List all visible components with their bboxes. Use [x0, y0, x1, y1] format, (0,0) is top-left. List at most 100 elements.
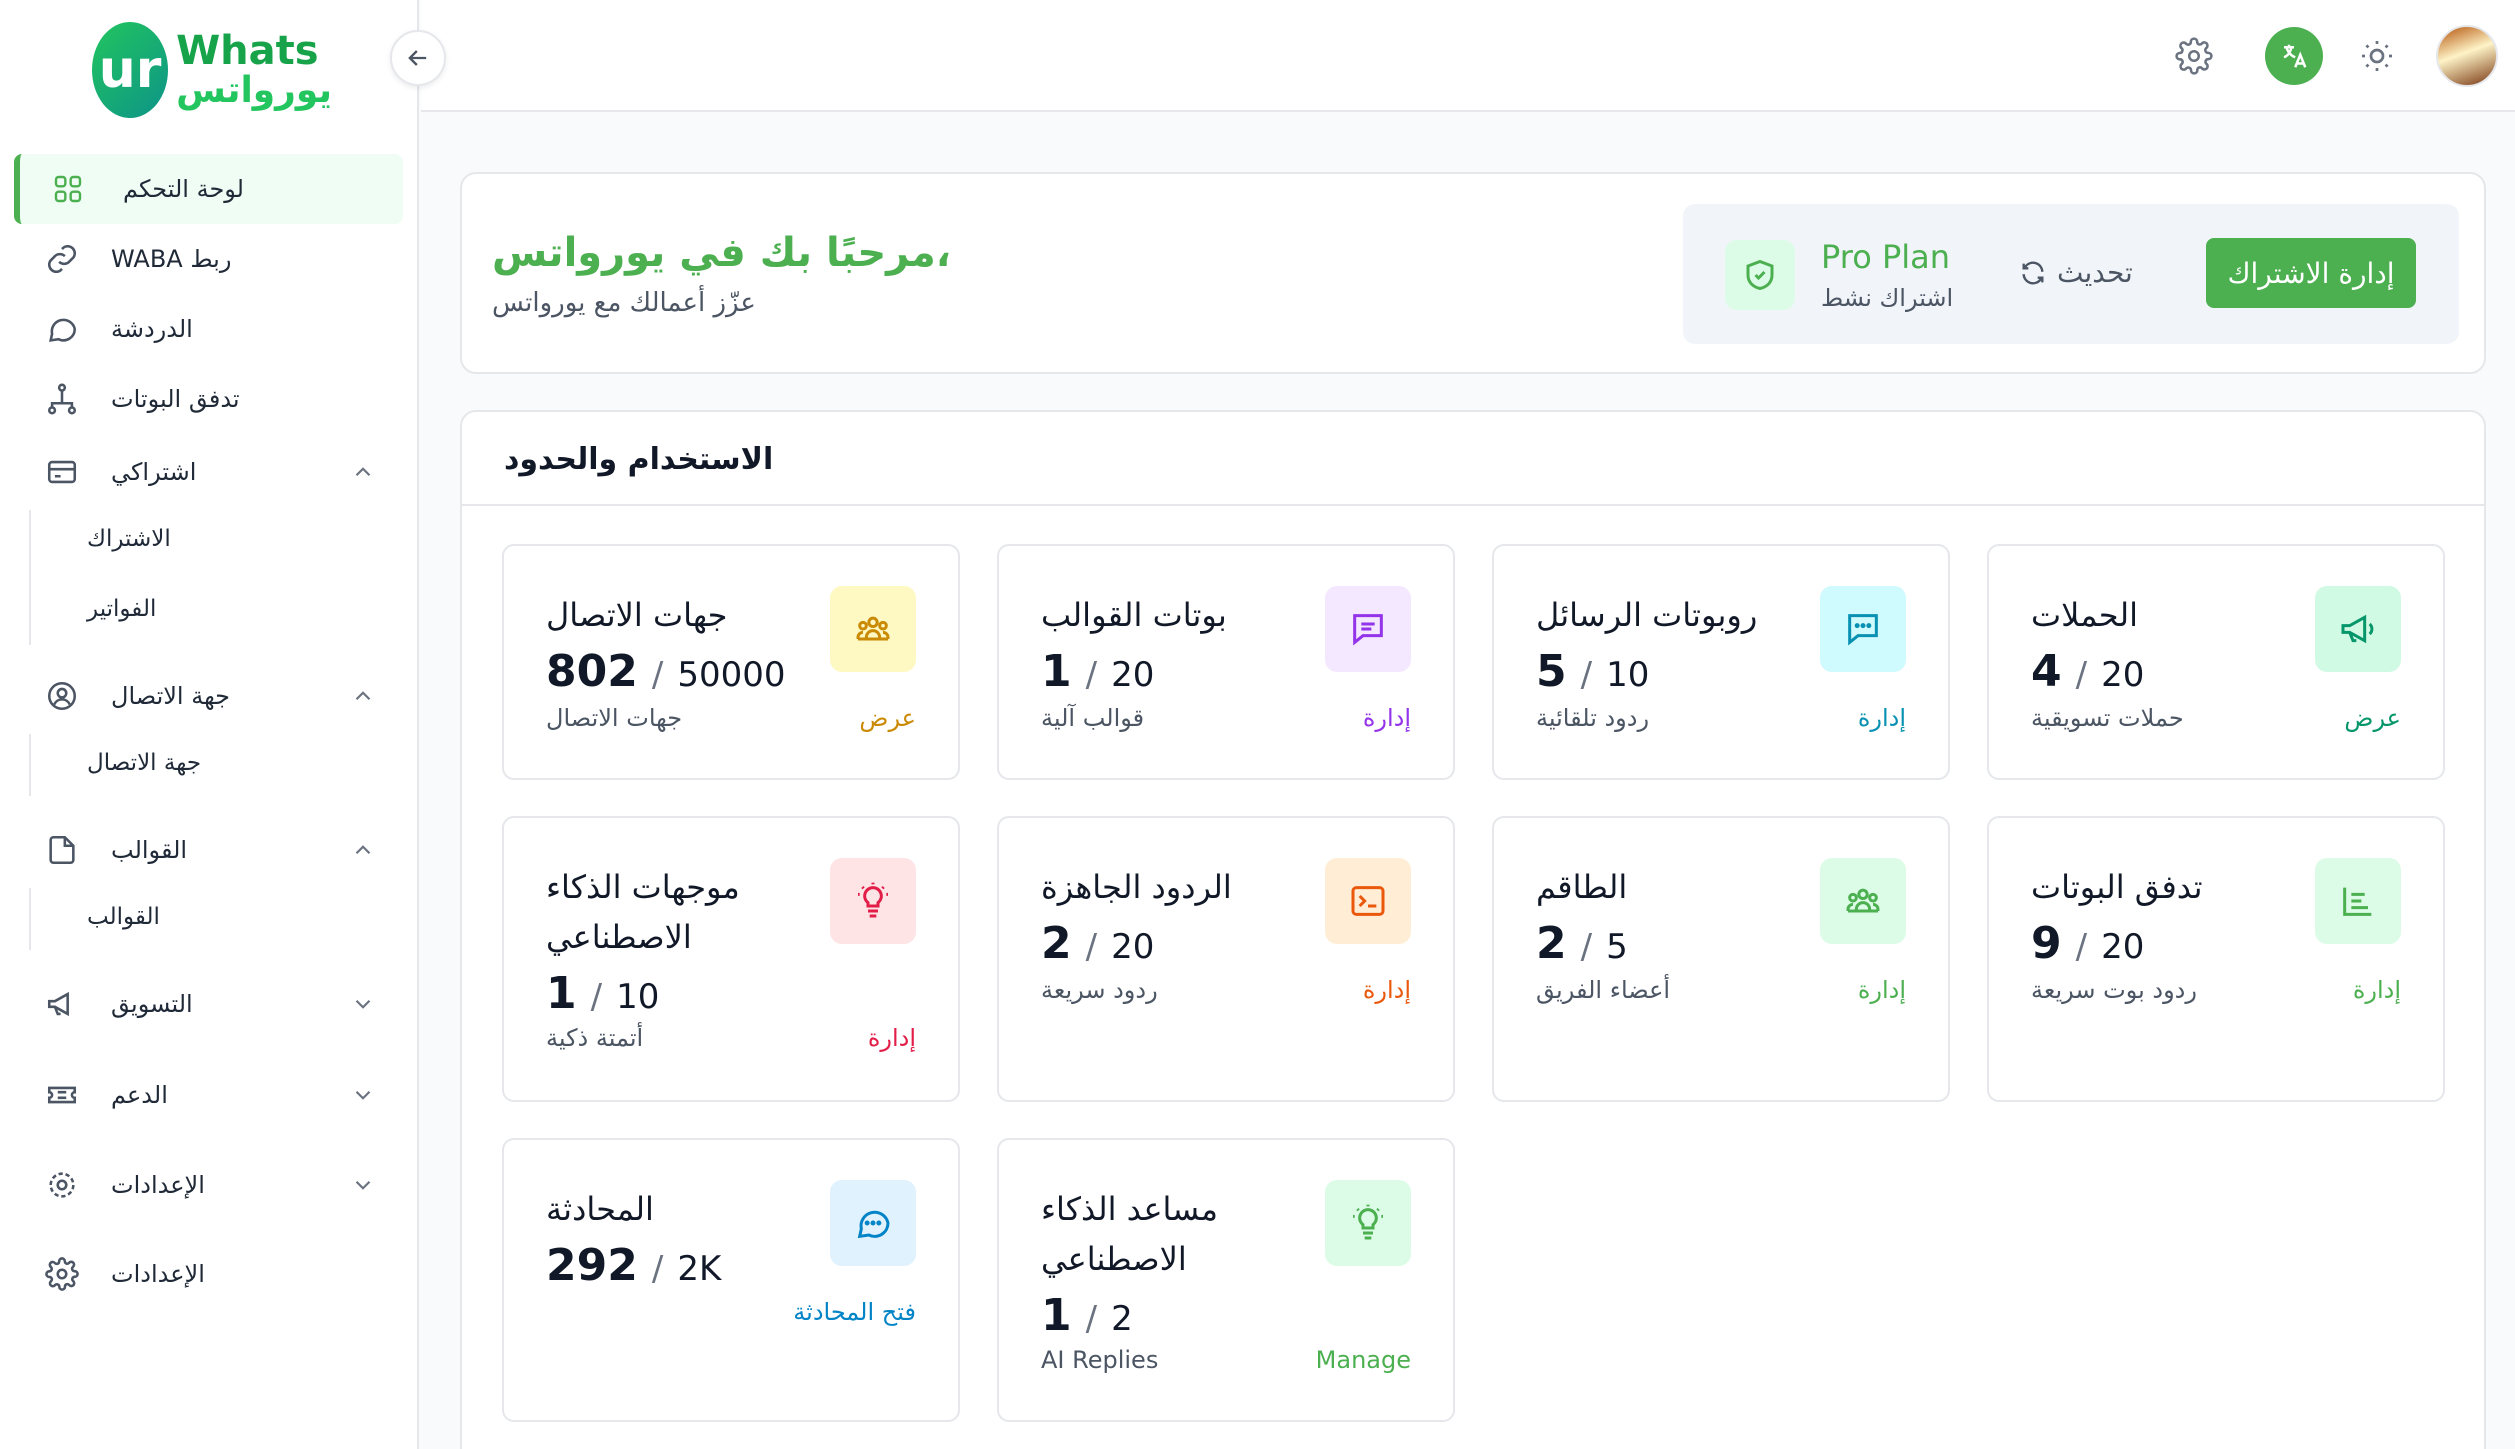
card-title: موجهات الذكاء الاصطناعي: [546, 868, 740, 956]
usage-card-contacts: جهات الاتصال 802/50000 جهات الاتصال عرض: [502, 544, 960, 780]
ticket-icon: [44, 1077, 80, 1113]
usage-card-canned-replies: الردود الجاهزة 2/20 ردود سريعة إدارة: [997, 816, 1455, 1102]
usage-card-bot-flow: تدفق البوتات 9/20 ردود بوت سريعة إدارة: [1987, 816, 2445, 1102]
card-limit: 50000: [677, 655, 786, 695]
sidebar-item-marketing[interactable]: التسويق: [14, 969, 403, 1039]
terminal-icon: [1325, 858, 1411, 944]
card-title: الحملات: [2031, 596, 2139, 634]
card-limit: 20: [1111, 655, 1155, 695]
sidebar-item-label: التسويق: [111, 990, 193, 1018]
sidebar-item-contact[interactable]: جهة الاتصال: [14, 661, 403, 731]
card-used: 1: [546, 968, 577, 1019]
sidebar-subitem-contact[interactable]: جهة الاتصال: [87, 750, 201, 776]
submenu-line: [29, 888, 31, 950]
card-action-link[interactable]: إدارة: [1363, 976, 1411, 1004]
usage-card-ai-assistant: مساعد الذكاء الاصطناعي 1/2 AI Replies Ma…: [997, 1138, 1455, 1422]
card-limit: 20: [2101, 927, 2145, 967]
chart-list-icon: [2315, 858, 2401, 944]
sidebar-item-settings-group[interactable]: الإعدادات: [14, 1150, 403, 1220]
language-button[interactable]: [2265, 27, 2323, 85]
card-action-link[interactable]: فتح المحادثة: [793, 1298, 916, 1326]
sidebar-item-label: جهة الاتصال: [111, 682, 230, 710]
sidebar-item-waba[interactable]: WABA ربط: [14, 224, 403, 294]
card-title: مساعد الذكاء الاصطناعي: [1041, 1190, 1218, 1278]
refresh-icon: [2022, 261, 2044, 284]
card-title: جهات الاتصال: [546, 596, 728, 634]
user-circle-icon: [44, 678, 80, 714]
sidebar-item-dashboard[interactable]: لوحة التحكم: [14, 154, 403, 224]
usage-card-staff: الطاقم 2/5 أعضاء الفريق إدارة: [1492, 816, 1950, 1102]
sidebar-item-label: تدفق البوتات: [111, 385, 240, 413]
avatar[interactable]: [2436, 25, 2498, 87]
card-limit: 2: [1111, 1299, 1133, 1339]
card-title: تدفق البوتات: [2031, 868, 2203, 906]
collapse-sidebar-button[interactable]: [390, 30, 446, 86]
logo-name-ar: يورواتس: [176, 70, 332, 111]
card-value: 9/20: [2031, 918, 2145, 969]
card-value: 4/20: [2031, 646, 2145, 697]
sidebar-item-support[interactable]: الدعم: [14, 1060, 403, 1130]
link-icon: [44, 241, 80, 277]
manage-subscription-button[interactable]: إدارة الاشتراك: [2206, 238, 2416, 308]
sidebar-subitem-invoices[interactable]: الفواتير: [87, 596, 156, 622]
sidebar-item-templates[interactable]: القوالب: [14, 815, 403, 885]
arrow-left-icon: [408, 50, 427, 66]
card-title: الردود الجاهزة: [1041, 868, 1232, 906]
sidebar-item-label: لوحة التحكم: [123, 175, 244, 203]
card-description: ردود بوت سريعة: [2031, 976, 2197, 1004]
card-value: 292/2K: [546, 1240, 722, 1291]
message-square-icon: [1325, 586, 1411, 672]
card-used: 292: [546, 1240, 638, 1291]
card-description: جهات الاتصال: [546, 704, 683, 732]
refresh-button[interactable]: تحديث: [2019, 256, 2133, 289]
card-action-link[interactable]: إدارة: [1858, 704, 1906, 732]
card-used: 2: [1041, 918, 1072, 969]
card-value: 5/10: [1536, 646, 1650, 697]
sidebar-item-bot-flow[interactable]: تدفق البوتات: [14, 364, 403, 434]
theme-toggle-button[interactable]: [2348, 27, 2406, 85]
card-action-link[interactable]: إدارة: [2353, 976, 2401, 1004]
sidebar-subitem-subscription[interactable]: الاشتراك: [87, 526, 171, 552]
card-limit: 5: [1606, 927, 1628, 967]
top-bar: [421, 0, 2515, 112]
settings-icon: [2175, 37, 2213, 75]
lightbulb-icon: [830, 858, 916, 944]
card-used: 1: [1041, 1290, 1072, 1341]
card-value: 2/5: [1536, 918, 1628, 969]
chat-bubble-icon: [44, 311, 80, 347]
card-action-link[interactable]: إدارة: [1363, 704, 1411, 732]
logo[interactable]: ur Whats يورواتس: [92, 20, 332, 120]
sidebar-item-label: الدردشة: [111, 315, 193, 343]
card-title: بوتات القوالب: [1041, 596, 1227, 634]
sidebar-subitem-templates[interactable]: القوالب: [87, 904, 160, 930]
sidebar-item-my-subscription[interactable]: اشتراكي: [14, 437, 403, 507]
card-description: AI Replies: [1041, 1346, 1159, 1374]
card-description: حملات تسويقية: [2031, 704, 2184, 732]
card-title: الطاقم: [1536, 868, 1628, 906]
usage-card-ai-prompts: موجهات الذكاء الاصطناعي 1/10 أتمتة ذكية …: [502, 816, 960, 1102]
grid-icon: [50, 171, 86, 207]
card-action-link[interactable]: إدارة: [868, 1024, 916, 1052]
sidebar-item-settings[interactable]: الإعدادات: [14, 1239, 403, 1309]
card-value: 2/20: [1041, 918, 1155, 969]
card-value: 1/10: [546, 968, 660, 1019]
card-action-link[interactable]: إدارة: [1858, 976, 1906, 1004]
card-description: أعضاء الفريق: [1536, 976, 1671, 1004]
submenu-line: [29, 734, 31, 796]
logo-mark: ur: [92, 22, 169, 118]
chevron-down-icon: [355, 999, 371, 1009]
sun-icon: [2362, 41, 2392, 71]
card-action-link[interactable]: عرض: [2344, 704, 2401, 732]
chevron-down-icon: [355, 1180, 371, 1190]
card-action-link[interactable]: Manage: [1316, 1346, 1411, 1374]
settings-button[interactable]: [2165, 27, 2223, 85]
card-title: روبوتات الرسائل: [1536, 596, 1758, 634]
megaphone-icon: [44, 986, 80, 1022]
file-icon: [44, 832, 80, 868]
sidebar-item-chat[interactable]: الدردشة: [14, 294, 403, 364]
plan-box: Pro Plan اشتراك نشط تحديث إدارة الاشتراك: [1683, 204, 2459, 344]
usage-card-campaigns: الحملات 4/20 حملات تسويقية عرض: [1987, 544, 2445, 780]
card-limit: 2K: [677, 1249, 722, 1289]
divider: [462, 504, 2484, 506]
card-action-link[interactable]: عرض: [859, 704, 916, 732]
